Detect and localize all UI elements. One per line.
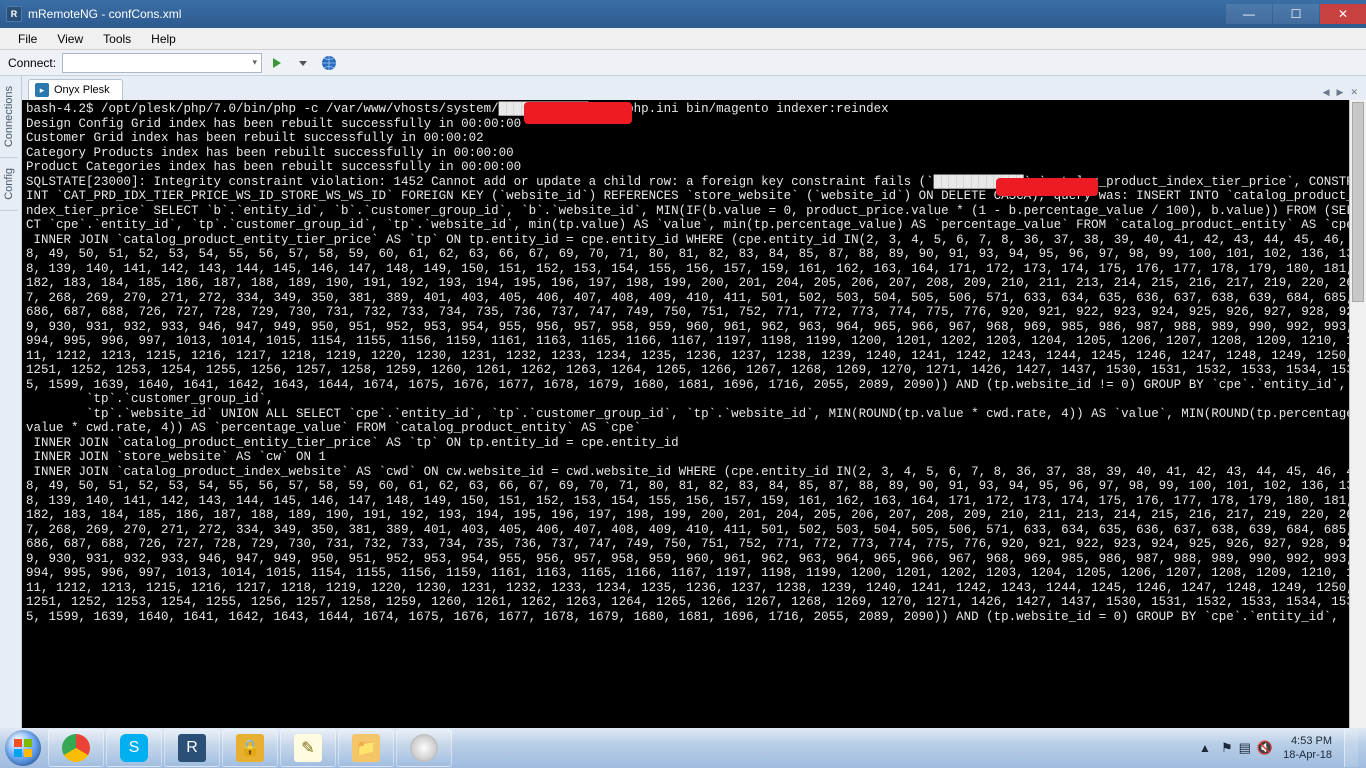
folder-icon: 📁 bbox=[352, 734, 380, 762]
connect-toolbar: Connect: ▾ bbox=[0, 50, 1366, 76]
connect-play-button[interactable] bbox=[266, 52, 288, 74]
chevron-down-icon: ▾ bbox=[253, 57, 258, 68]
connect-globe-button[interactable] bbox=[318, 52, 340, 74]
window-controls: — ☐ ✕ bbox=[1225, 4, 1366, 24]
action-center-icon[interactable]: ⚑ bbox=[1221, 740, 1233, 756]
tab-next-icon[interactable]: ▶ bbox=[1335, 85, 1346, 100]
system-tray: ▲ ⚑ ▤ 🔇 4:53 PM 18-Apr-18 bbox=[1195, 728, 1366, 768]
start-button[interactable] bbox=[0, 728, 46, 768]
taskbar-mremoteng[interactable]: R bbox=[164, 729, 220, 767]
menu-tools[interactable]: Tools bbox=[93, 30, 141, 48]
scrollbar-thumb[interactable] bbox=[1352, 102, 1364, 302]
tray-date: 18-Apr-18 bbox=[1283, 748, 1332, 762]
tray-clock[interactable]: 4:53 PM 18-Apr-18 bbox=[1283, 734, 1332, 762]
terminal-output: bash-4.2$ /opt/plesk/php/7.0/bin/php -c … bbox=[22, 100, 1366, 626]
play-icon bbox=[270, 56, 284, 70]
taskbar: S R 🔒 ✎ 📁 ▲ ⚑ ▤ 🔇 4:53 PM 18-Apr-18 bbox=[0, 728, 1366, 768]
show-desktop-button[interactable] bbox=[1344, 729, 1358, 767]
redaction-block bbox=[996, 178, 1098, 196]
tab-prev-icon[interactable]: ◀ bbox=[1321, 85, 1332, 100]
windows-logo-icon bbox=[13, 738, 33, 758]
taskbar-notepad[interactable]: ✎ bbox=[280, 729, 336, 767]
tab-strip: ▸ Onyx Plesk ◀ ▶ ✕ bbox=[22, 76, 1366, 100]
connect-label: Connect: bbox=[8, 56, 56, 70]
disc-icon bbox=[410, 734, 438, 762]
mremoteng-icon: R bbox=[178, 734, 206, 762]
window-title: mRemoteNG - confCons.xml bbox=[28, 7, 1225, 21]
terminal-scrollbar[interactable] bbox=[1349, 100, 1366, 728]
notepad-icon: ✎ bbox=[294, 734, 322, 762]
volume-muted-icon[interactable]: 🔇 bbox=[1257, 740, 1273, 756]
menu-bar: File View Tools Help bbox=[0, 28, 1366, 50]
taskbar-disc[interactable] bbox=[396, 729, 452, 767]
menu-view[interactable]: View bbox=[47, 30, 93, 48]
close-button[interactable]: ✕ bbox=[1320, 4, 1366, 24]
taskbar-skype[interactable]: S bbox=[106, 729, 162, 767]
connect-combo[interactable]: ▾ bbox=[62, 53, 262, 73]
taskbar-chrome[interactable] bbox=[48, 729, 104, 767]
tab-close-icon[interactable]: ✕ bbox=[1348, 85, 1360, 100]
tab-onyx-plesk[interactable]: ▸ Onyx Plesk bbox=[28, 79, 123, 100]
app-icon: R bbox=[6, 6, 22, 22]
taskbar-explorer[interactable]: 📁 bbox=[338, 729, 394, 767]
sidetab-connections[interactable]: Connections bbox=[0, 76, 18, 158]
menu-help[interactable]: Help bbox=[141, 30, 186, 48]
taskbar-app-lock[interactable]: 🔒 bbox=[222, 729, 278, 767]
side-tabs: Connections Config bbox=[0, 76, 22, 736]
tray-time: 4:53 PM bbox=[1283, 734, 1332, 748]
window-titlebar: R mRemoteNG - confCons.xml — ☐ ✕ bbox=[0, 0, 1366, 28]
caret-down-icon bbox=[299, 59, 307, 67]
maximize-button[interactable]: ☐ bbox=[1273, 4, 1319, 24]
sidetab-config[interactable]: Config bbox=[0, 158, 18, 211]
chrome-icon bbox=[62, 734, 90, 762]
tray-expand-icon[interactable]: ▲ bbox=[1195, 739, 1215, 757]
session-icon: ▸ bbox=[35, 83, 49, 97]
network-icon[interactable]: ▤ bbox=[1239, 740, 1251, 756]
tab-label: Onyx Plesk bbox=[54, 84, 110, 96]
minimize-button[interactable]: — bbox=[1226, 4, 1272, 24]
globe-icon bbox=[321, 55, 337, 71]
skype-icon: S bbox=[120, 734, 148, 762]
menu-file[interactable]: File bbox=[8, 30, 47, 48]
terminal-pane[interactable]: bash-4.2$ /opt/plesk/php/7.0/bin/php -c … bbox=[22, 100, 1366, 728]
redaction-block bbox=[524, 102, 632, 124]
lock-icon: 🔒 bbox=[236, 734, 264, 762]
tab-nav: ◀ ▶ ✕ bbox=[1321, 85, 1360, 100]
connect-dropdown-button[interactable] bbox=[292, 52, 314, 74]
